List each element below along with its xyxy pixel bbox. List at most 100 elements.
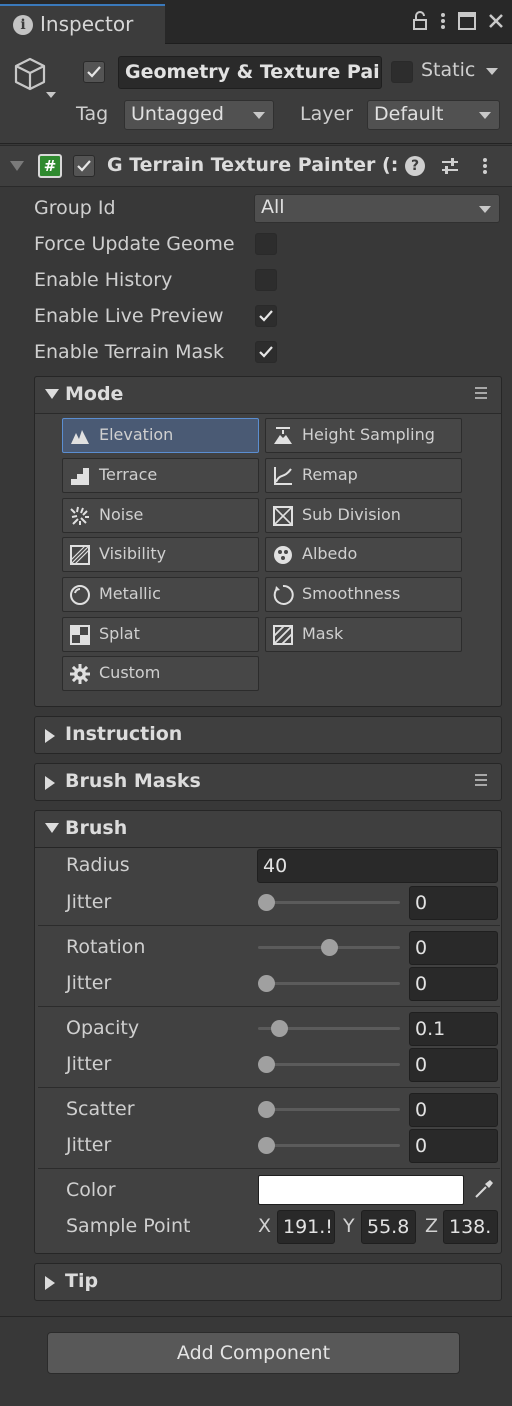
layer-dropdown[interactable]: Default (367, 100, 500, 130)
slider-knob[interactable] (258, 1137, 275, 1154)
slider-knob[interactable] (321, 939, 338, 956)
menu-icon[interactable] (475, 387, 487, 402)
icon-dropdown-caret[interactable] (46, 92, 56, 98)
mode-button-smoothness[interactable]: Smoothness (265, 577, 462, 612)
opacity-jitter-slider[interactable] (258, 1053, 400, 1075)
mode-button-label: Remap (302, 465, 358, 484)
instruction-foldout-header[interactable]: Instruction (34, 716, 502, 754)
enable-history-checkbox[interactable] (255, 269, 277, 291)
script-icon: # (38, 154, 62, 178)
mode-button-albedo[interactable]: Albedo (265, 537, 462, 572)
maximize-icon[interactable] (458, 12, 476, 30)
slider-track (258, 1063, 400, 1066)
mode-button-mask[interactable]: Mask (265, 617, 462, 652)
help-icon[interactable]: ? (405, 156, 425, 176)
fold-arrow-icon[interactable] (10, 161, 24, 171)
enable-terrain-mask-checkbox[interactable] (255, 341, 277, 363)
close-icon[interactable] (488, 13, 504, 29)
mode-button-metallic[interactable]: Metallic (62, 577, 259, 612)
scatter-jitter-field[interactable]: 0 (409, 1129, 498, 1163)
enable-live-preview-checkbox[interactable] (255, 305, 277, 327)
sample-point-z-label: Z (425, 1215, 439, 1237)
opacity-jitter-field[interactable]: 0 (409, 1048, 498, 1082)
mode-button-label: Noise (99, 505, 144, 524)
mode-button-splat[interactable]: Splat (62, 617, 259, 652)
opacity-slider[interactable] (258, 1017, 400, 1039)
mode-button-label: Terrace (99, 465, 158, 484)
force-update-geometry-checkbox[interactable] (255, 233, 277, 255)
mode-button-custom[interactable]: Custom (62, 656, 259, 691)
radius-field[interactable]: 40 (257, 849, 498, 883)
scatter-jitter-slider[interactable] (258, 1134, 400, 1156)
more-vertical-icon[interactable] (440, 11, 446, 31)
sample-point-x-field[interactable]: 191.! (277, 1210, 335, 1244)
sample-point-x-label: X (258, 1215, 272, 1237)
slider-track (258, 1144, 400, 1147)
tag-dropdown[interactable]: Untagged (124, 100, 274, 130)
slider-knob[interactable] (258, 975, 275, 992)
brush-foldout-header[interactable]: Brush (34, 810, 502, 848)
lock-icon[interactable] (412, 11, 428, 31)
chevron-down-icon (479, 205, 491, 213)
mode-button-elevation[interactable]: Elevation (62, 418, 259, 453)
mode-button-label: Visibility (99, 544, 167, 563)
mode-title: Mode (65, 383, 124, 405)
mode-button-terrace[interactable]: Terrace (62, 458, 259, 493)
mode-button-label: Metallic (99, 584, 161, 603)
jitter-field[interactable]: 0 (409, 886, 498, 920)
slider-track (258, 1108, 400, 1111)
sample-point-z-field[interactable]: 138. (443, 1210, 498, 1244)
terrace-icon (71, 468, 89, 485)
brush-masks-title: Brush Masks (65, 770, 201, 792)
eyedropper-icon[interactable] (472, 1177, 496, 1201)
slider-knob[interactable] (258, 894, 275, 911)
rotation-slider[interactable] (258, 936, 400, 958)
slider-knob[interactable] (258, 1101, 275, 1118)
remap-icon (274, 467, 292, 485)
component-header[interactable]: # G Terrain Texture Painter (: ? (0, 145, 512, 187)
mode-button-noise[interactable]: Noise (62, 498, 259, 533)
add-component-button[interactable]: Add Component (47, 1332, 460, 1374)
opacity-label: Opacity (66, 1017, 140, 1039)
scatter-slider[interactable] (258, 1098, 400, 1120)
opacity-field[interactable]: 0.1 (409, 1012, 498, 1046)
mode-button-visibility[interactable]: Visibility (62, 537, 259, 572)
mode-button-label: Height Sampling (302, 425, 435, 444)
rotation-label: Rotation (66, 936, 146, 958)
scatter-field[interactable]: 0 (409, 1093, 498, 1127)
albedo-icon (274, 546, 292, 564)
group-id-value: All (261, 196, 285, 218)
static-checkbox[interactable] (391, 61, 413, 83)
more-vertical-icon[interactable] (482, 156, 488, 176)
checkmark-icon (87, 66, 101, 78)
active-checkbox[interactable] (83, 61, 105, 83)
jitter-slider[interactable] (258, 891, 400, 913)
menu-icon[interactable] (475, 774, 487, 789)
rotation-jitter-field[interactable]: 0 (409, 967, 498, 1001)
gameobject-cube-icon[interactable] (12, 56, 48, 96)
jitter-label: Jitter (66, 891, 112, 913)
slider-knob[interactable] (258, 1056, 275, 1073)
mode-foldout-header[interactable]: Mode (34, 376, 502, 414)
object-name-field[interactable]: Geometry & Texture Pai (118, 56, 382, 89)
mode-button-remap[interactable]: Remap (265, 458, 462, 493)
rotation-jitter-label: Jitter (66, 972, 112, 994)
tab-inspector[interactable]: i Inspector (0, 4, 165, 44)
slider-knob[interactable] (270, 1020, 288, 1037)
rotation-jitter-slider[interactable] (258, 972, 400, 994)
sample-point-y-label: Y (343, 1215, 355, 1237)
static-caret-icon[interactable] (486, 68, 498, 75)
sample-point-y-field[interactable]: 55.8 (361, 1210, 416, 1244)
preset-sliders-icon[interactable] (440, 156, 460, 176)
mode-button-sub-division[interactable]: Sub Division (265, 498, 462, 533)
slider-track (258, 982, 400, 985)
brush-masks-foldout-header[interactable]: Brush Masks (34, 763, 502, 801)
component-enabled-checkbox[interactable] (73, 155, 95, 177)
mode-button-height-sampling[interactable]: Height Sampling (265, 418, 462, 453)
group-id-dropdown[interactable]: All (254, 194, 500, 223)
fold-arrow-icon (45, 389, 59, 399)
rotation-field[interactable]: 0 (409, 931, 498, 965)
static-label[interactable]: Static (421, 59, 475, 81)
color-swatch[interactable] (258, 1175, 464, 1205)
tip-foldout-header[interactable]: Tip (34, 1263, 502, 1301)
